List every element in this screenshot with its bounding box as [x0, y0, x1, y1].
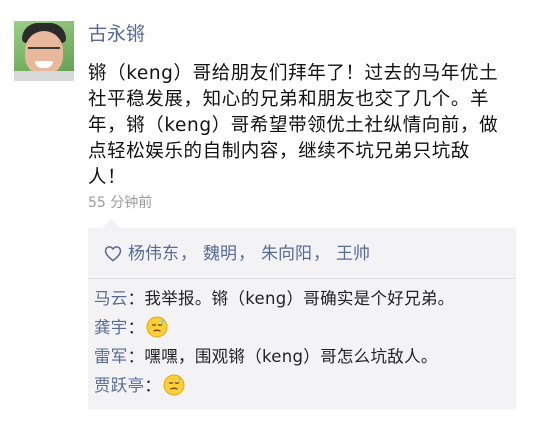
comment-text: 嘿嘿，围观锵（keng）哥怎么坑敌人。	[144, 347, 438, 366]
like-separator: ，	[238, 244, 255, 264]
comment-colon: ：	[127, 347, 145, 366]
liker-name[interactable]: 王帅	[336, 244, 370, 264]
comment-item[interactable]: 雷军：嘿嘿，围观锵（keng）哥怎么坑敌人。	[94, 342, 510, 371]
sweat-smile-emoji	[146, 316, 168, 338]
commenter-name[interactable]: 龚宇	[94, 318, 128, 337]
post-text: 锵（keng）哥给朋友们拜年了！过去的马年优土社平稳发展，知心的兄弟和朋友也交了…	[88, 63, 499, 188]
comment-colon: ：	[127, 318, 145, 337]
avatar[interactable]	[14, 21, 74, 81]
comment-colon: ：	[144, 376, 162, 395]
likes-row: 杨伟东， 魏明， 朱向阳， 王帅	[104, 242, 506, 266]
liker-name[interactable]: 杨伟东	[128, 244, 179, 264]
commenter-name[interactable]: 贾跃亭	[94, 376, 144, 395]
heart-outline-icon	[104, 246, 122, 262]
divider	[88, 278, 516, 279]
interaction-panel: 杨伟东， 魏明， 朱向阳， 王帅 马云：我举报。锵（keng）哥确实是个好兄弟。 龚宇…	[88, 219, 516, 409]
comment-item[interactable]: 龚宇：	[94, 313, 510, 342]
post-timestamp: 55 分钟前	[88, 195, 153, 211]
commenter-name[interactable]: 雷军	[94, 347, 128, 366]
comment-item[interactable]: 贾跃亭：	[94, 371, 510, 400]
like-separator: ，	[180, 244, 197, 264]
comment-colon: ：	[127, 289, 145, 308]
author-name[interactable]: 古永锵	[88, 22, 145, 46]
liker-name[interactable]: 朱向阳	[261, 244, 312, 264]
sweat-smile-emoji	[163, 374, 185, 396]
comment-item[interactable]: 马云：我举报。锵（keng）哥确实是个好兄弟。	[94, 284, 510, 313]
avatar-glasses	[28, 47, 60, 57]
avatar-shirt	[14, 71, 74, 81]
commenter-name[interactable]: 马云	[94, 289, 128, 308]
liker-name[interactable]: 魏明	[203, 244, 237, 264]
comment-list: 马云：我举报。锵（keng）哥确实是个好兄弟。 龚宇： 雷军：嘿嘿，围观锵（ke…	[94, 284, 510, 400]
comment-text: 我举报。锵（keng）哥确实是个好兄弟。	[144, 289, 455, 308]
like-separator: ，	[313, 244, 330, 264]
